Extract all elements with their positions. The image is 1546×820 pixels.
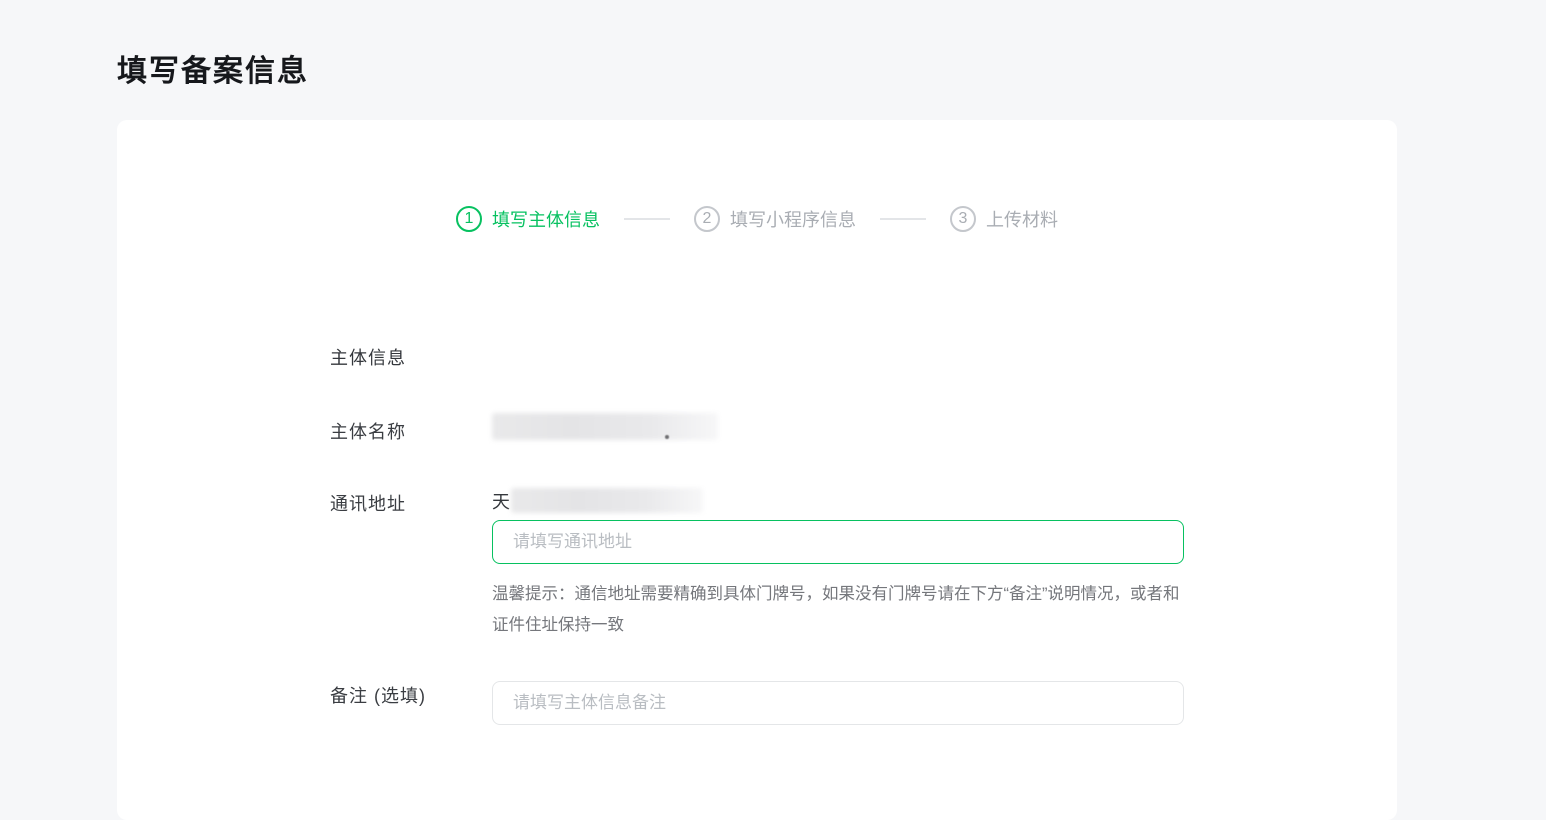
step-2-miniprogram-info: 2 填写小程序信息 xyxy=(694,206,856,232)
subject-name-label: 主体名称 xyxy=(330,418,406,444)
remark-label: 备注 (选填) xyxy=(330,682,426,708)
step-connector xyxy=(880,218,926,220)
subject-name-redacted-value xyxy=(492,413,718,440)
contact-address-hint: 温馨提示：通信地址需要精确到具体门牌号，如果没有门牌号请在下方“备注”说明情况，… xyxy=(492,579,1192,641)
subject-name-redacted-mark xyxy=(665,435,669,439)
step-1-label: 填写主体信息 xyxy=(492,206,600,232)
section-title-subject-info: 主体信息 xyxy=(330,344,406,370)
step-1-subject-info: 1 填写主体信息 xyxy=(456,206,600,232)
remark-input[interactable] xyxy=(492,681,1184,725)
contact-address-input[interactable] xyxy=(492,520,1184,564)
step-2-number-circle: 2 xyxy=(694,206,720,232)
step-3-number-circle: 3 xyxy=(950,206,976,232)
contact-address-value-prefix: 天 xyxy=(492,488,510,514)
page-title: 填写备案信息 xyxy=(117,46,309,90)
filing-form-card: 1 填写主体信息 2 填写小程序信息 3 上传材料 主体信息 主体名称 通讯地址… xyxy=(117,120,1397,820)
contact-address-redacted-value xyxy=(511,488,703,513)
wizard-stepper: 1 填写主体信息 2 填写小程序信息 3 上传材料 xyxy=(117,206,1397,232)
contact-address-label: 通讯地址 xyxy=(330,490,406,516)
step-2-label: 填写小程序信息 xyxy=(730,206,856,232)
step-connector xyxy=(624,218,670,220)
step-3-label: 上传材料 xyxy=(986,206,1058,232)
step-1-number-circle: 1 xyxy=(456,206,482,232)
step-3-upload-materials: 3 上传材料 xyxy=(950,206,1058,232)
